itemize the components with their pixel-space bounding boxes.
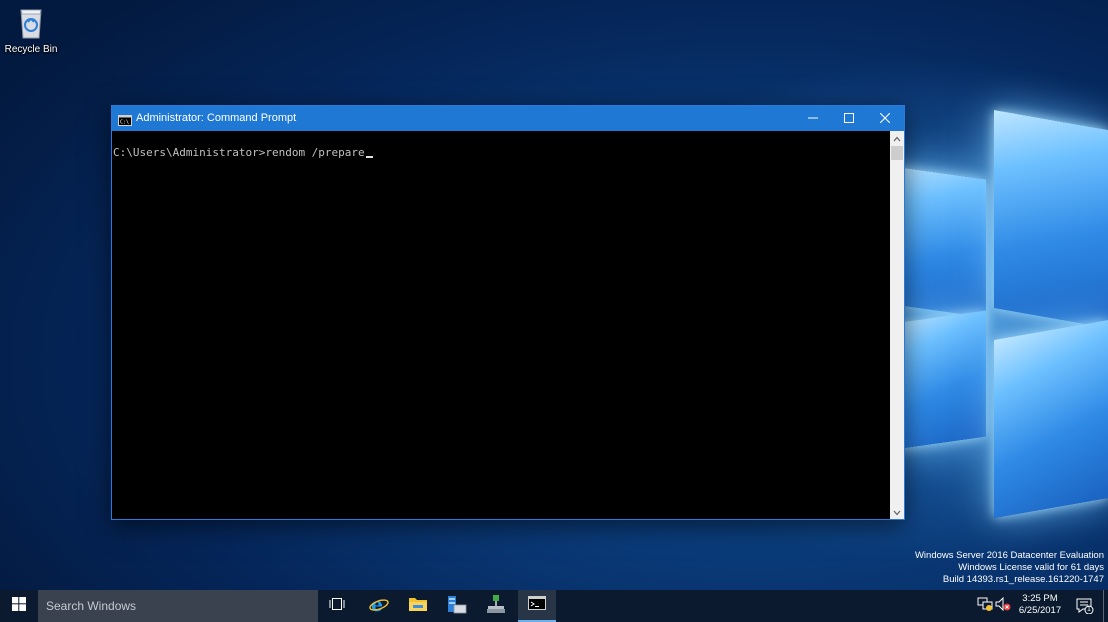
window-title: Administrator: Command Prompt: [136, 112, 297, 124]
scroll-thumb[interactable]: [891, 146, 903, 160]
server-manager-icon: [447, 594, 467, 619]
desktop-icon-label: Recycle Bin: [4, 44, 58, 55]
console-command: rendom /prepare: [265, 146, 365, 159]
scroll-up-button[interactable]: [890, 131, 904, 145]
search-input[interactable]: Search Windows: [38, 590, 318, 622]
watermark-build: Build 14393.rs1_release.161220-1747: [942, 574, 1104, 585]
wallpaper-logo-pane: [994, 319, 1108, 519]
text-cursor: [365, 156, 373, 158]
edition-watermark: Windows Server 2016 Datacenter Evaluatio…: [915, 550, 1104, 586]
close-icon: [879, 110, 891, 128]
chevron-down-icon: [893, 503, 901, 521]
close-button[interactable]: [867, 106, 903, 131]
desktop: Recycle Bin C:\ Administrator: Command P…: [0, 0, 1108, 622]
maximize-button[interactable]: [831, 106, 867, 131]
action-center-icon: 1: [1076, 598, 1094, 615]
start-button[interactable]: [0, 590, 38, 622]
taskbar-clock[interactable]: 3:25 PM 6/25/2017: [1014, 593, 1066, 617]
tray-volume[interactable]: [994, 596, 1012, 616]
volume-muted-icon: [995, 596, 1011, 616]
tray-network[interactable]: [976, 597, 994, 616]
maximize-icon: [844, 110, 854, 128]
taskbar-command-prompt[interactable]: [518, 590, 556, 622]
file-explorer-icon: [409, 596, 427, 616]
taskbar: Search Windows e 3:25 PM 6/25/2017 1: [0, 590, 1108, 622]
network-admin-icon: [486, 594, 506, 619]
command-prompt-window[interactable]: C:\ Administrator: Command Prompt C:\Use…: [111, 105, 905, 520]
minimize-icon: [808, 110, 818, 128]
task-view-button[interactable]: [318, 590, 356, 622]
windows-logo-icon: [12, 596, 26, 616]
chevron-up-icon: [893, 129, 901, 147]
recycle-bin-icon: [18, 6, 44, 39]
desktop-icon-recycle-bin[interactable]: Recycle Bin: [2, 6, 60, 66]
window-titlebar[interactable]: C:\ Administrator: Command Prompt: [112, 106, 904, 131]
command-prompt-icon: [528, 595, 546, 615]
watermark-license: Windows License valid for 61 days: [958, 562, 1104, 573]
console-output[interactable]: C:\Users\Administrator>rendom /prepare: [112, 131, 890, 519]
notification-count-badge: 1: [1087, 606, 1091, 613]
internet-explorer-icon: e: [369, 594, 389, 619]
clock-date: 6/25/2017: [1018, 605, 1062, 616]
console-prompt: C:\Users\Administrator>: [113, 146, 266, 159]
action-center-button[interactable]: 1: [1070, 590, 1100, 622]
search-placeholder: Search Windows: [46, 599, 137, 613]
command-prompt-icon: C:\: [118, 113, 132, 126]
minimize-button[interactable]: [795, 106, 831, 131]
wallpaper-logo-pane: [994, 109, 1108, 329]
task-view-icon: [329, 597, 345, 615]
watermark-edition: Windows Server 2016 Datacenter Evaluatio…: [914, 550, 1104, 561]
taskbar-file-explorer[interactable]: [399, 590, 437, 622]
clock-time: 3:25 PM: [1022, 593, 1058, 604]
taskbar-internet-explorer[interactable]: e: [360, 590, 398, 622]
show-desktop-button[interactable]: [1103, 590, 1108, 622]
svg-text:C:\: C:\: [120, 120, 129, 126]
taskbar-network-admin[interactable]: [477, 590, 515, 622]
network-icon: [977, 597, 993, 616]
scroll-down-button[interactable]: [890, 505, 904, 519]
vertical-scrollbar[interactable]: [890, 131, 904, 519]
taskbar-server-manager[interactable]: [438, 590, 476, 622]
